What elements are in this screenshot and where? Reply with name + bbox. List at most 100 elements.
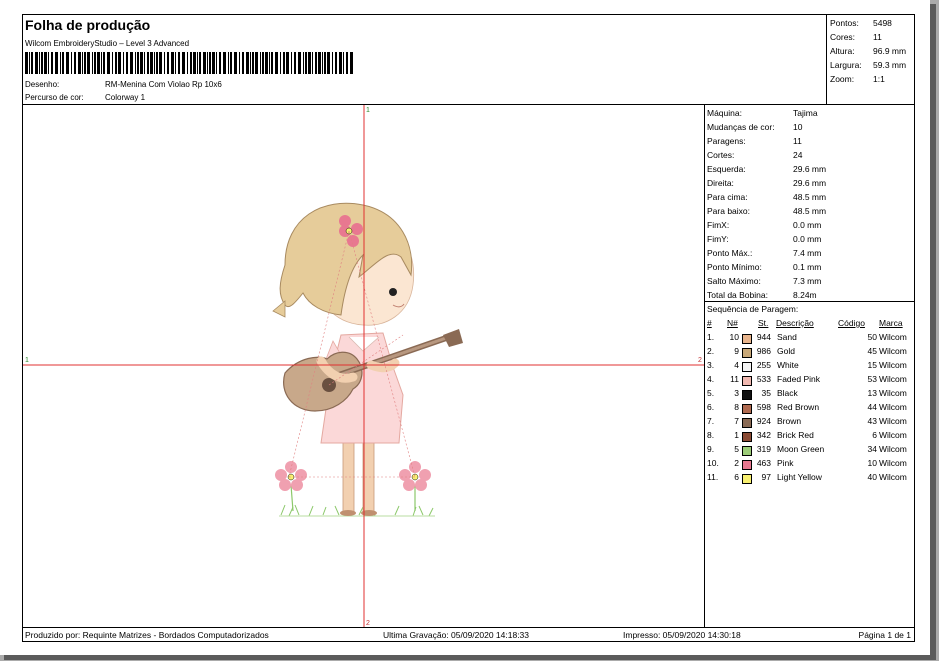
machine-info-label: Direita: xyxy=(707,178,734,188)
stop-brand: Wilcom xyxy=(879,332,907,342)
col-header-st: St. xyxy=(758,318,769,328)
color-swatch xyxy=(742,390,752,400)
color-swatch xyxy=(742,418,752,428)
page-shadow-right xyxy=(930,4,936,659)
stat-stitches: Pontos: 5498 xyxy=(830,18,892,28)
colorway-value: Colorway 1 xyxy=(105,93,146,102)
stop-code: 6 xyxy=(872,430,877,440)
color-swatch xyxy=(742,460,752,470)
machine-info-value: 48.5 mm xyxy=(793,192,827,202)
stat-height: Altura: 96.9 mm xyxy=(830,46,907,56)
sheet-header: Folha de produção Wilcom EmbroideryStudi… xyxy=(23,15,827,105)
design-stats: Pontos: 5498 Cores: 11 Altura: 96.9 mm Larg… xyxy=(827,15,914,105)
machine-info-label: FimY: xyxy=(707,234,729,244)
machine-info-row: Esquerda: 29.6 mm xyxy=(707,164,826,174)
machine-info-label: Ponto Máx.: xyxy=(707,248,753,258)
stop-n: 1 xyxy=(734,430,739,440)
machine-info-value: 7.4 mm xyxy=(793,248,822,258)
machine-info-row: FimX: 0.0 mm xyxy=(707,220,821,230)
page-number-text: Página 1 de 1 xyxy=(858,630,911,640)
stop-desc: Gold xyxy=(777,346,795,356)
stop-idx: 2. xyxy=(707,346,715,356)
machine-info-row: Direita: 29.6 mm xyxy=(707,178,826,188)
machine-info-row: Para cima: 48.5 mm xyxy=(707,192,826,202)
stop-brand: Wilcom xyxy=(879,346,907,356)
stop-st: 35 xyxy=(761,388,771,398)
machine-info-label: Para baixo: xyxy=(707,206,750,216)
stop-idx: 8. xyxy=(707,430,715,440)
stop-brand: Wilcom xyxy=(879,416,907,426)
grass-ground xyxy=(279,504,435,517)
machine-info-label: Salto Máximo: xyxy=(707,276,761,286)
stop-code: 44 xyxy=(867,402,877,412)
stat-colors: Cores: 11 xyxy=(830,32,882,42)
colorway-label: Percurso de cor: xyxy=(25,93,84,102)
stop-brand: Wilcom xyxy=(879,430,907,440)
machine-info-value: 7.3 mm xyxy=(793,276,822,286)
machine-info-row: Salto Máximo: 7.3 mm xyxy=(707,276,821,286)
stop-st: 924 xyxy=(756,416,771,426)
stop-code: 43 xyxy=(867,416,877,426)
stop-n: 4 xyxy=(734,360,739,370)
machine-info-value: 29.6 mm xyxy=(793,164,827,174)
machine-info-row: Ponto Máx.: 7.4 mm xyxy=(707,248,821,258)
stop-desc: Light Yellow xyxy=(777,472,822,482)
stop-n: 10 xyxy=(729,332,739,342)
marker-top: 1 xyxy=(366,107,370,114)
stop-row: 7. 7 924 Brown 43 Wilcom xyxy=(705,416,914,430)
col-header-brand: Marca xyxy=(879,318,903,328)
machine-info-label: Esquerda: xyxy=(707,164,746,174)
stop-st: 342 xyxy=(756,430,771,440)
stop-desc: Faded Pink xyxy=(777,374,820,384)
stop-row: 9. 5 319 Moon Green 34 Wilcom xyxy=(705,444,914,458)
machine-info-label: Ponto Mínimo: xyxy=(707,262,762,272)
stop-code: 13 xyxy=(867,388,877,398)
color-swatch xyxy=(742,474,752,484)
stop-n: 5 xyxy=(734,444,739,454)
machine-info-row: Para baixo: 48.5 mm xyxy=(707,206,826,216)
machine-info-row: Ponto Mínimo: 0.1 mm xyxy=(707,262,821,272)
machine-info-row: Máquina: Tajima xyxy=(707,108,818,118)
machine-info-label: Total da Bobina: xyxy=(707,290,768,300)
stop-row: 1. 10 944 Sand 50 Wilcom xyxy=(705,332,914,346)
machine-info-label: FimX: xyxy=(707,220,730,230)
embroidery-design-image: 1 2 1 2 xyxy=(23,105,704,627)
stop-desc: White xyxy=(777,360,799,370)
design-row: Desenho: RM-Menina Com Violao Rp 10x6 xyxy=(25,80,222,89)
marker-left: 1 xyxy=(25,357,29,364)
col-header-desc: Descrição xyxy=(776,318,814,328)
page-shadow-bottom xyxy=(4,655,936,660)
stop-idx: 10. xyxy=(707,458,719,468)
stop-n: 8 xyxy=(734,402,739,412)
machine-info-row: Total da Bobina: 8.24m xyxy=(707,290,817,300)
marker-bottom: 2 xyxy=(366,620,370,627)
stop-code: 50 xyxy=(867,332,877,342)
stop-desc: Black xyxy=(777,388,798,398)
stop-desc: Brown xyxy=(777,416,802,426)
machine-info-value: 0.1 mm xyxy=(793,262,822,272)
stop-row: 3. 4 255 White 15 Wilcom xyxy=(705,360,914,374)
machine-info-label: Cortes: xyxy=(707,150,735,160)
divider xyxy=(705,301,914,302)
stop-code: 10 xyxy=(867,458,877,468)
machine-info-panel: Máquina: Tajima Mudanças de cor: 10 Paragens… xyxy=(705,105,914,627)
stop-brand: Wilcom xyxy=(879,444,907,454)
stop-sequence-title: Sequência de Paragem: xyxy=(707,304,799,314)
stop-st: 463 xyxy=(756,458,771,468)
printed-text: Impresso: 05/09/2020 14:30:18 xyxy=(623,630,741,640)
sheet-title: Folha de produção xyxy=(25,17,151,33)
stop-brand: Wilcom xyxy=(879,458,907,468)
stop-idx: 11. xyxy=(707,472,719,482)
machine-info-value: 0.0 mm xyxy=(793,220,822,230)
stop-n: 6 xyxy=(734,472,739,482)
stop-st: 944 xyxy=(756,332,771,342)
stop-idx: 7. xyxy=(707,416,715,426)
stop-st: 255 xyxy=(756,360,771,370)
stop-n: 11 xyxy=(730,374,739,384)
stop-n: 2 xyxy=(734,458,739,468)
stat-zoom: Zoom: 1:1 xyxy=(830,74,885,84)
barcode-image xyxy=(25,52,353,74)
machine-info-row: FimY: 0.0 mm xyxy=(707,234,821,244)
color-swatch xyxy=(742,362,752,372)
col-header-code: Código xyxy=(838,318,865,328)
